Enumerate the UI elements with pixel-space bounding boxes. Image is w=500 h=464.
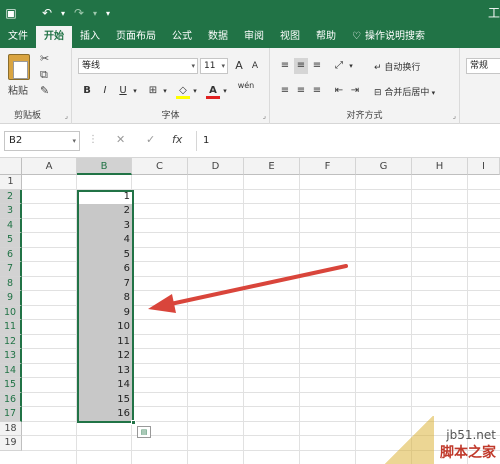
tab-review[interactable]: 审阅 [236, 26, 272, 48]
cancel-icon[interactable]: ✕ [116, 133, 125, 146]
number-format-value: 常规 [470, 61, 489, 71]
font-name-value: 等线 [82, 61, 101, 71]
chevron-down-icon: ▾ [191, 62, 195, 70]
dialog-launcher-icon[interactable]: ⌟ [65, 112, 68, 120]
bold-button[interactable]: B [80, 83, 94, 99]
dialog-launcher-icon[interactable]: ⌟ [453, 112, 456, 120]
align-middle-icon[interactable]: ≡ [294, 58, 308, 74]
font-name-select[interactable]: 等线 ▾ [78, 58, 198, 74]
insert-function-icon[interactable]: fx [172, 133, 182, 146]
font-color-dropdown-icon[interactable]: ▾ [218, 83, 232, 99]
paste-label[interactable]: 粘贴 [8, 82, 28, 97]
font-size-select[interactable]: 11 ▾ [200, 58, 228, 74]
ribbon: 粘贴 ✂ ⧉ ✎ 剪贴板 ⌟ 等线 ▾ 11 ▾ A A B I U ▾ ⊞ ▾ ◇… [0, 48, 500, 124]
phonetic-guide-button[interactable]: wén [234, 78, 258, 94]
watermark-site: jb51.net [446, 428, 496, 442]
align-bottom-icon[interactable]: ≡ [310, 58, 324, 74]
font-group: 等线 ▾ 11 ▾ A A B I U ▾ ⊞ ▾ ◇ ▾ A ▾ wén 字体 ⌟ [72, 48, 270, 124]
alignment-group: ≡ ≡ ≡ ⤢ ▾ ≡ ≡ ≡ ⇤ ⇥ ↵ 自动换行 ⊟ 合并后居中 ▾ 对齐方… [270, 48, 460, 124]
merge-center-icon: ⊟ [374, 88, 385, 98]
tab-file[interactable]: 文件 [0, 26, 36, 48]
chevron-down-icon: ▾ [221, 62, 225, 70]
name-box[interactable]: B2 ▾ [4, 131, 80, 151]
tab-data[interactable]: 数据 [200, 26, 236, 48]
alignment-group-label: 对齐方式 [346, 111, 383, 121]
redo-dropdown-icon[interactable]: ▾ [90, 9, 100, 18]
tell-me-label: 操作说明搜索 [364, 31, 425, 42]
tab-view[interactable]: 视图 [272, 26, 308, 48]
undo-icon[interactable]: ↶ [36, 6, 58, 20]
name-box-value: B2 [9, 135, 23, 146]
lightbulb-icon: ♡ [352, 31, 361, 42]
title-bar: ▣ ↶ ▾ ↷ ▾ ▾ 工 [0, 0, 500, 26]
arrow-head [148, 294, 176, 313]
quick-access-toolbar: ▣ ↶ ▾ ↷ ▾ ▾ [0, 0, 116, 26]
align-top-icon[interactable]: ≡ [278, 58, 292, 74]
tab-page-layout[interactable]: 页面布局 [108, 26, 164, 48]
formula-bar: B2 ▾ ⋮ ✕ ✓ fx 1 [0, 124, 500, 158]
watermark-logo [384, 416, 434, 464]
copy-icon[interactable]: ⧉ [40, 68, 48, 82]
dialog-launcher-icon[interactable]: ⌟ [263, 112, 266, 120]
increase-indent-icon[interactable]: ⇥ [348, 83, 362, 99]
watermark-name: 脚本之家 [440, 445, 496, 461]
tab-help[interactable]: 帮助 [308, 26, 344, 48]
orientation-dropdown-icon[interactable]: ▾ [344, 58, 358, 74]
chevron-down-icon: ▾ [72, 137, 76, 145]
clipboard-group: 粘贴 ✂ ⧉ ✎ 剪贴板 ⌟ [0, 48, 72, 124]
shrink-font-button[interactable]: A [248, 58, 262, 74]
align-right-icon[interactable]: ≡ [310, 83, 324, 99]
font-group-label: 字体 [161, 111, 180, 121]
tab-formulas[interactable]: 公式 [164, 26, 200, 48]
borders-dropdown-icon[interactable]: ▾ [158, 83, 172, 99]
fill-color-dropdown-icon[interactable]: ▾ [188, 83, 202, 99]
font-size-value: 11 [204, 61, 216, 71]
formula-bar-grip-icon[interactable]: ⋮ [88, 134, 98, 145]
window-title: 工 [488, 6, 500, 20]
number-format-select[interactable]: 常规 [466, 58, 500, 74]
ribbon-tabs: 文件 开始 插入 页面布局 公式 数据 审阅 视图 帮助 ♡ 操作说明搜索 [0, 26, 500, 48]
paste-icon[interactable] [8, 54, 30, 80]
tab-insert[interactable]: 插入 [72, 26, 108, 48]
merge-center-button[interactable]: ⊟ 合并后居中 ▾ [374, 85, 435, 98]
enter-icon[interactable]: ✓ [146, 133, 155, 146]
redo-icon[interactable]: ↷ [68, 6, 90, 20]
save-icon[interactable]: ▣ [0, 6, 22, 20]
customize-toolbar-icon[interactable]: ▾ [100, 9, 116, 18]
tell-me-search[interactable]: ♡ 操作说明搜索 [344, 26, 433, 48]
align-left-icon[interactable]: ≡ [278, 83, 292, 99]
worksheet-grid[interactable]: ABCDEFGHI 1 2 3 4 5 6 7 8 9 10 11 12 13 14 15 16 17 18 19 … [0, 158, 500, 464]
italic-button[interactable]: I [98, 83, 112, 99]
formula-input[interactable]: 1 [196, 131, 500, 151]
grow-font-button[interactable]: A [232, 58, 246, 74]
clipboard-group-label: 剪贴板 [14, 111, 42, 121]
undo-dropdown-icon[interactable]: ▾ [58, 9, 68, 18]
wrap-text-label: 自动换行 [384, 63, 421, 73]
underline-dropdown-icon[interactable]: ▾ [128, 83, 142, 99]
merge-center-label: 合并后居中 [384, 88, 430, 98]
chevron-down-icon: ▾ [429, 89, 436, 97]
decrease-indent-icon[interactable]: ⇤ [332, 83, 346, 99]
arrow-shaft [164, 264, 348, 307]
wrap-text-icon: ↵ [374, 63, 385, 73]
tab-home[interactable]: 开始 [36, 26, 72, 48]
cut-icon[interactable]: ✂ [40, 52, 49, 65]
wrap-text-button[interactable]: ↵ 自动换行 [374, 60, 420, 73]
align-center-icon[interactable]: ≡ [294, 83, 308, 99]
format-painter-icon[interactable]: ✎ [40, 84, 49, 97]
